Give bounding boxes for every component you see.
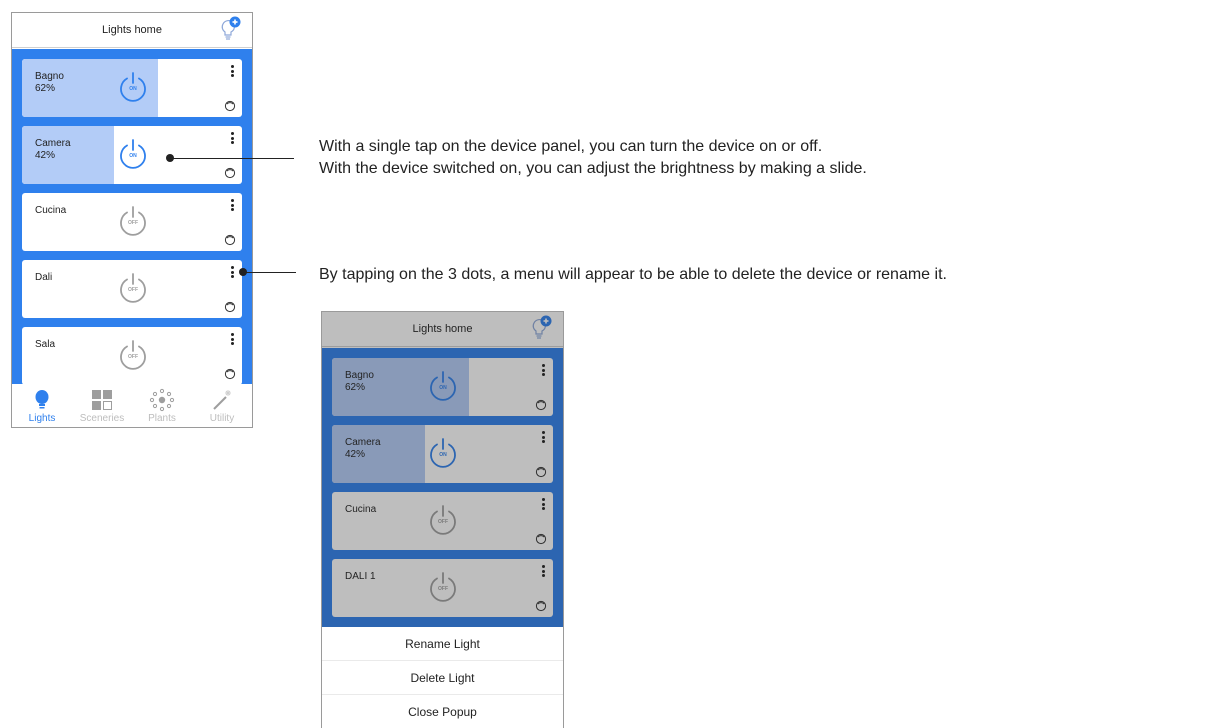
dimmer-icon bbox=[224, 367, 236, 380]
device-card[interactable]: Dali OFF bbox=[22, 260, 242, 318]
device-brightness-level: 62% bbox=[35, 83, 56, 94]
tab-label: Sceneries bbox=[79, 413, 125, 424]
more-options-icon[interactable] bbox=[227, 199, 237, 213]
callout-line-panel bbox=[170, 158, 294, 159]
phone-screen-popup: Lights home Bagno 62% ON Camera 42% ON Cucina O… bbox=[321, 311, 564, 728]
dimmer-icon bbox=[224, 99, 236, 112]
device-name: Cucina bbox=[35, 205, 67, 216]
power-state-label: ON bbox=[129, 153, 137, 159]
power-toggle[interactable]: ON bbox=[116, 138, 150, 172]
network-icon bbox=[149, 388, 175, 412]
device-card[interactable]: Bagno 62% ON bbox=[22, 59, 242, 117]
note-dots: By tapping on the 3 dots, a menu will ap… bbox=[319, 266, 947, 283]
dimmer-icon bbox=[224, 166, 236, 179]
close-popup-button[interactable]: Close Popup bbox=[322, 695, 563, 728]
tab-lights[interactable]: Lights bbox=[12, 384, 72, 427]
device-brightness-level: 42% bbox=[35, 150, 56, 161]
device-card[interactable]: Sala OFF bbox=[22, 327, 242, 385]
bottom-tab-bar: Lights Sceneries Plants Utility bbox=[12, 384, 252, 427]
note-tap-line1: With a single tap on the device panel, y… bbox=[319, 138, 823, 155]
power-state-label: ON bbox=[129, 86, 137, 92]
grid-icon bbox=[92, 390, 112, 410]
tab-sceneries[interactable]: Sceneries bbox=[72, 384, 132, 427]
app-title: Lights home bbox=[102, 24, 162, 36]
rename-light-button[interactable]: Rename Light bbox=[322, 627, 563, 661]
callout-line-dots bbox=[243, 272, 296, 273]
device-name: Sala bbox=[35, 339, 56, 350]
tab-label: Utility bbox=[209, 413, 235, 424]
phone-screen-main: Lights home Bagno 62% ON Camera 42% ON Cucina O… bbox=[11, 12, 253, 428]
more-options-icon[interactable] bbox=[227, 266, 237, 280]
device-name: Dali bbox=[35, 272, 53, 283]
tab-utility[interactable]: Utility bbox=[192, 384, 252, 427]
power-toggle[interactable]: OFF bbox=[116, 205, 150, 239]
magic-wand-icon bbox=[213, 390, 231, 410]
power-state-label: OFF bbox=[128, 287, 138, 293]
note-tap-line2: With the device switched on, you can adj… bbox=[319, 160, 867, 177]
dimmer-icon bbox=[224, 233, 236, 246]
dimmer-icon bbox=[224, 300, 236, 313]
power-state-label: OFF bbox=[128, 354, 138, 360]
more-options-icon[interactable] bbox=[227, 333, 237, 347]
more-options-icon[interactable] bbox=[227, 132, 237, 146]
device-name: Camera bbox=[35, 138, 71, 149]
tab-label: Lights bbox=[28, 413, 56, 424]
power-toggle[interactable]: OFF bbox=[116, 272, 150, 306]
bulb-plus-icon[interactable] bbox=[214, 16, 242, 44]
power-state-label: OFF bbox=[128, 220, 138, 226]
more-options-icon[interactable] bbox=[227, 65, 237, 79]
power-toggle[interactable]: OFF bbox=[116, 339, 150, 373]
app-header: Lights home bbox=[12, 13, 252, 48]
device-name: Bagno bbox=[35, 71, 64, 82]
power-toggle[interactable]: ON bbox=[116, 71, 150, 105]
tab-plants[interactable]: Plants bbox=[132, 384, 192, 427]
tab-label: Plants bbox=[148, 413, 176, 424]
device-card[interactable]: Cucina OFF bbox=[22, 193, 242, 251]
bulb-icon bbox=[35, 390, 49, 409]
delete-light-button[interactable]: Delete Light bbox=[322, 661, 563, 695]
device-card[interactable]: Camera 42% ON bbox=[22, 126, 242, 184]
action-popup: Rename Light Delete Light Close Popup bbox=[322, 627, 563, 728]
device-list: Bagno 62% ON Camera 42% ON Cucina OFF Dali OFF Sal… bbox=[12, 49, 252, 385]
